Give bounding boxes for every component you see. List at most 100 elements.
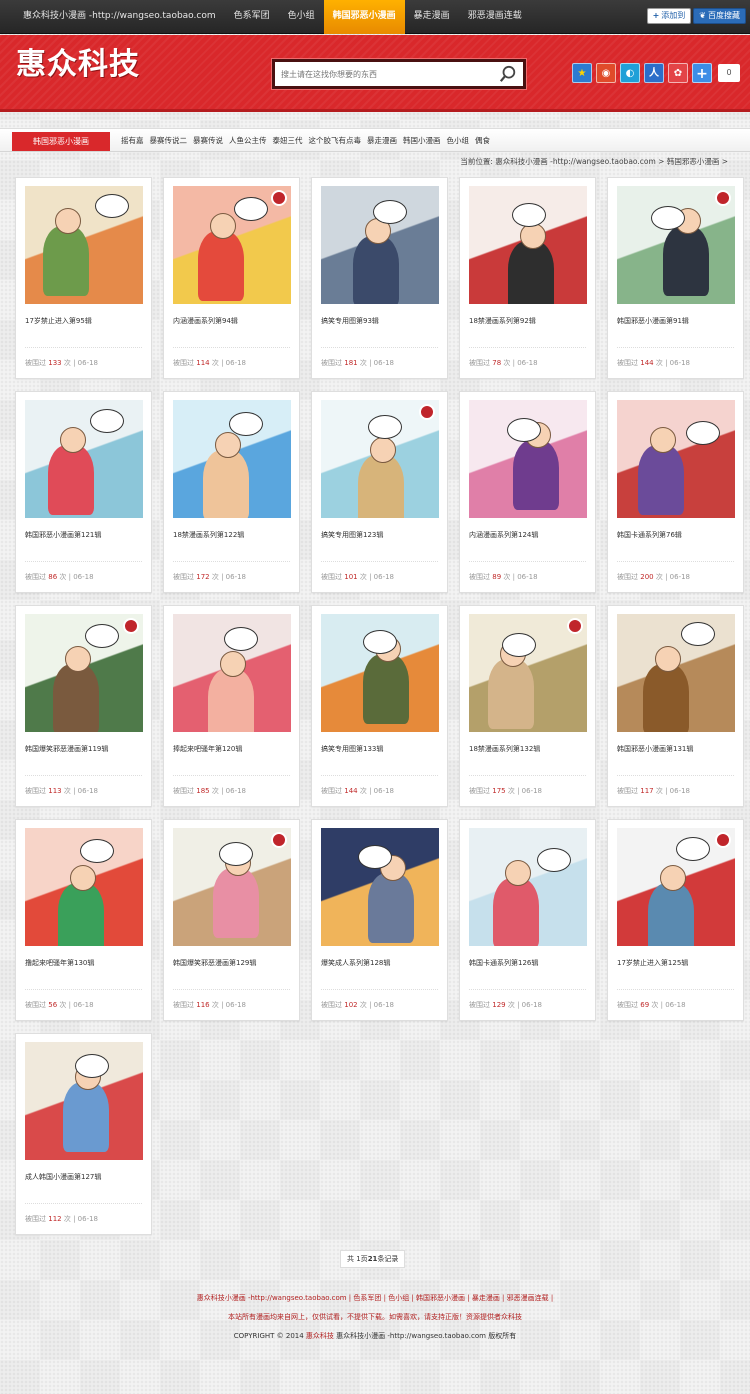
footer-link[interactable]: 暴走漫画 xyxy=(472,1294,500,1302)
category-link[interactable]: 韩国小漫画 xyxy=(400,129,444,153)
footer-link[interactable]: 韩国邪恶小漫画 xyxy=(416,1294,465,1302)
renren-share-icon[interactable]: 人 xyxy=(644,63,664,83)
category-link[interactable]: 偶食 xyxy=(472,129,493,153)
weibo-share-icon[interactable]: ◉ xyxy=(596,63,616,83)
comic-thumbnail[interactable] xyxy=(25,400,143,518)
footer-link[interactable]: 邪恶漫画连载 xyxy=(507,1294,549,1302)
comic-title[interactable]: 18禁漫画系列第132辑 xyxy=(469,744,540,754)
comic-title[interactable]: 17岁禁止进入第125辑 xyxy=(617,958,688,968)
comic-title[interactable]: 18禁漫画系列第92辑 xyxy=(469,316,536,326)
comic-title[interactable]: 搞笑专用图第93辑 xyxy=(321,316,379,326)
category-link[interactable]: 暴走漫画 xyxy=(364,129,400,153)
category-link[interactable]: 暴赛传说 xyxy=(190,129,226,153)
topnav-item[interactable]: 色小组 xyxy=(279,0,324,34)
comic-card[interactable]: 韩国邪恶小漫画第121辑 被围过 86 次 | 06-18 xyxy=(15,391,152,593)
comic-thumbnail[interactable] xyxy=(173,614,291,732)
comic-card[interactable]: 韩国卡通系列第126辑 被围过 129 次 | 06-18 xyxy=(459,819,596,1021)
comic-thumbnail[interactable] xyxy=(25,1042,143,1160)
comic-card[interactable]: 搞笑专用图第133辑 被围过 144 次 | 06-18 xyxy=(311,605,448,807)
comic-thumbnail[interactable] xyxy=(617,828,735,946)
comic-card[interactable]: 韩国邪恶小漫画第131辑 被围过 117 次 | 06-18 xyxy=(607,605,744,807)
comic-card[interactable]: 爆笑成人系列第128辑 被围过 102 次 | 06-18 xyxy=(311,819,448,1021)
more-share-icon[interactable]: + xyxy=(692,63,712,83)
comic-card[interactable]: 捧起来吧骚年第120辑 被围过 185 次 | 06-18 xyxy=(163,605,300,807)
comic-thumbnail[interactable] xyxy=(617,186,735,304)
comic-card[interactable]: 搞笑专用图第93辑 被围过 181 次 | 06-18 xyxy=(311,177,448,379)
topnav-item[interactable]: 邪恶漫画连载 xyxy=(459,0,531,34)
comic-card[interactable]: 17岁禁止进入第95辑 被围过 133 次 | 06-18 xyxy=(15,177,152,379)
topnav-item[interactable]: 色系军团 xyxy=(225,0,279,34)
search-input[interactable] xyxy=(281,66,491,82)
comic-title[interactable]: 撸起来吧骚年第130辑 xyxy=(25,958,94,968)
footer-link[interactable]: 色小组 xyxy=(388,1294,409,1302)
comic-card[interactable]: 内涵漫画系列第124辑 被围过 89 次 | 06-18 xyxy=(459,391,596,593)
category-link[interactable]: 暴赛传说二 xyxy=(147,129,191,153)
comic-thumbnail[interactable] xyxy=(25,828,143,946)
comic-card[interactable]: 韩国爆笑邪恶漫画第119辑 被围过 113 次 | 06-18 xyxy=(15,605,152,807)
qzone-share-icon[interactable]: ★ xyxy=(572,63,592,83)
comic-card[interactable]: 18禁漫画系列第92辑 被围过 78 次 | 06-18 xyxy=(459,177,596,379)
category-link[interactable]: 人鱼公主传 xyxy=(226,129,270,153)
comic-thumbnail[interactable] xyxy=(173,400,291,518)
comic-title[interactable]: 韩国卡通系列第76辑 xyxy=(617,530,682,540)
site-logo[interactable]: 惠众科技 xyxy=(16,39,140,83)
comic-card[interactable]: 成人韩国小漫画第127辑 被围过 112 次 | 06-18 xyxy=(15,1033,152,1235)
category-title[interactable]: 韩国邪恶小漫画 xyxy=(12,132,110,151)
comic-card[interactable]: 内涵漫画系列第94辑 被围过 114 次 | 06-18 xyxy=(163,177,300,379)
comic-thumbnail[interactable] xyxy=(321,614,439,732)
views-count: 69 xyxy=(640,1001,650,1009)
comic-title[interactable]: 韩国邪恶小漫画第131辑 xyxy=(617,744,693,754)
topnav-item[interactable]: 韩国邪恶小漫画 xyxy=(323,0,405,34)
comic-thumbnail[interactable] xyxy=(321,828,439,946)
comic-thumbnail[interactable] xyxy=(25,614,143,732)
topnav-item[interactable]: 惠众科技小漫画 -http://wangseo.taobao.com xyxy=(14,0,225,34)
comic-card[interactable]: 韩国卡通系列第76辑 被围过 200 次 | 06-18 xyxy=(607,391,744,593)
comic-card[interactable]: 撸起来吧骚年第130辑 被围过 56 次 | 06-18 xyxy=(15,819,152,1021)
comic-thumbnail[interactable] xyxy=(617,614,735,732)
card-divider xyxy=(617,347,734,348)
footer-link[interactable]: 色系军团 xyxy=(353,1294,381,1302)
comic-thumbnail[interactable] xyxy=(321,186,439,304)
comic-thumbnail[interactable] xyxy=(617,400,735,518)
comic-thumbnail[interactable] xyxy=(469,828,587,946)
comic-title[interactable]: 捧起来吧骚年第120辑 xyxy=(173,744,242,754)
comic-thumbnail[interactable] xyxy=(469,400,587,518)
comic-title[interactable]: 18禁漫画系列第122辑 xyxy=(173,530,244,540)
comic-title[interactable]: 爆笑成人系列第128辑 xyxy=(321,958,390,968)
comic-title[interactable]: 韩国爆笑邪恶漫画第119辑 xyxy=(25,744,108,754)
views-suffix: 次 xyxy=(503,359,511,367)
comic-title[interactable]: 搞笑专用图第123辑 xyxy=(321,530,383,540)
comic-thumbnail[interactable] xyxy=(173,186,291,304)
comic-thumbnail[interactable] xyxy=(469,614,587,732)
comic-card[interactable]: 18禁漫画系列第122辑 被围过 172 次 | 06-18 xyxy=(163,391,300,593)
comic-title[interactable]: 成人韩国小漫画第127辑 xyxy=(25,1172,101,1182)
comic-card[interactable]: 搞笑专用图第123辑 被围过 101 次 | 06-18 xyxy=(311,391,448,593)
comic-title[interactable]: 内涵漫画系列第124辑 xyxy=(469,530,538,540)
comic-card[interactable]: 18禁漫画系列第132辑 被围过 175 次 | 06-18 xyxy=(459,605,596,807)
topnav-item[interactable]: 暴走漫画 xyxy=(405,0,459,34)
comic-title[interactable]: 搞笑专用图第133辑 xyxy=(321,744,383,754)
category-link[interactable]: 这个胶飞有点毒 xyxy=(306,129,365,153)
comic-card[interactable]: 17岁禁止进入第125辑 被围过 69 次 | 06-18 xyxy=(607,819,744,1021)
comic-thumbnail[interactable] xyxy=(469,186,587,304)
category-link[interactable]: 摇有嘉 xyxy=(118,129,147,153)
comic-title[interactable]: 17岁禁止进入第95辑 xyxy=(25,316,92,326)
search-icon[interactable] xyxy=(499,65,517,83)
comic-thumbnail[interactable] xyxy=(321,400,439,518)
comic-title[interactable]: 韩国卡通系列第126辑 xyxy=(469,958,538,968)
comic-title[interactable]: 韩国邪恶小漫画第91辑 xyxy=(617,316,689,326)
comic-thumbnail[interactable] xyxy=(173,828,291,946)
comic-thumbnail[interactable] xyxy=(25,186,143,304)
add-favorite-button[interactable]: + 添加到 xyxy=(646,8,692,24)
footer-link[interactable]: 惠众科技小漫画 -http://wangseo.taobao.com xyxy=(197,1294,347,1302)
comic-card[interactable]: 韩国邪恶小漫画第91辑 被围过 144 次 | 06-18 xyxy=(607,177,744,379)
comic-title[interactable]: 韩国爆笑邪恶漫画第129辑 xyxy=(173,958,256,968)
category-link[interactable]: 色小组 xyxy=(444,129,473,153)
category-link[interactable]: 泰妞三代 xyxy=(270,129,306,153)
comic-card[interactable]: 韩国爆笑邪恶漫画第129辑 被围过 116 次 | 06-18 xyxy=(163,819,300,1021)
netease-share-icon[interactable]: ✿ xyxy=(668,63,688,83)
comic-title[interactable]: 韩国邪恶小漫画第121辑 xyxy=(25,530,101,540)
comic-title[interactable]: 内涵漫画系列第94辑 xyxy=(173,316,238,326)
tencent-weibo-share-icon[interactable]: ◐ xyxy=(620,63,640,83)
baidu-collect-button[interactable]: ❦ 百度搜藏 xyxy=(693,8,746,24)
